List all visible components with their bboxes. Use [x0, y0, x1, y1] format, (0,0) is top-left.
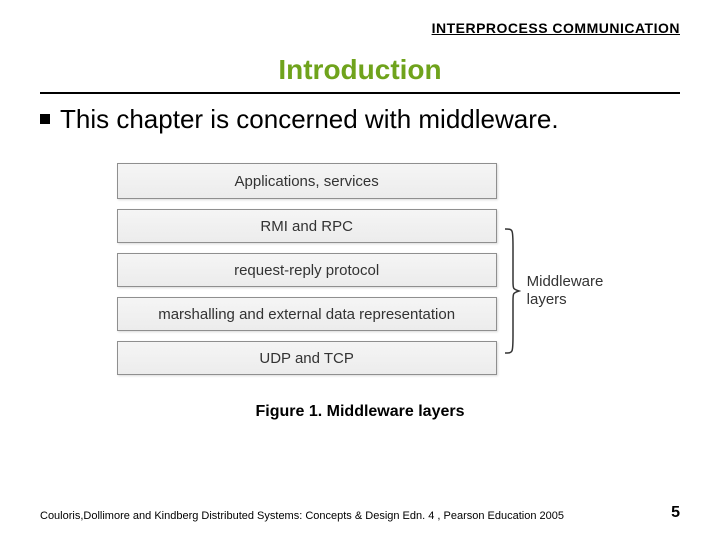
brace-label-line2: layers: [527, 291, 567, 308]
layer-rmi-rpc: RMI and RPC: [117, 209, 497, 243]
title-rule: [40, 92, 680, 94]
layer-request-reply: request-reply protocol: [117, 253, 497, 287]
figure-caption: Figure 1. Middleware layers: [40, 403, 680, 421]
brace-label-line1: Middleware: [527, 273, 604, 290]
layer-applications: Applications, services: [117, 163, 497, 199]
citation-text: Couloris,Dollimore and Kindberg Distribu…: [40, 510, 564, 522]
slide-title: Introduction: [40, 54, 680, 86]
layer-udp-tcp: UDP and TCP: [117, 341, 497, 375]
bullet-item: This chapter is concerned with middlewar…: [40, 104, 680, 135]
layer-stack: Applications, services RMI and RPC reque…: [117, 163, 497, 375]
bullet-text: This chapter is concerned with middlewar…: [60, 104, 559, 135]
slide-header: INTERPROCESS COMMUNICATION: [40, 20, 680, 36]
diagram: Applications, services RMI and RPC reque…: [40, 163, 680, 375]
bullet-square-icon: [40, 114, 50, 124]
brace-icon: [503, 227, 521, 355]
footer: Couloris,Dollimore and Kindberg Distribu…: [40, 504, 680, 522]
slide: INTERPROCESS COMMUNICATION Introduction …: [0, 0, 720, 540]
layer-marshalling: marshalling and external data representa…: [117, 297, 497, 331]
brace-label: Middleware layers: [527, 273, 604, 309]
page-number: 5: [671, 504, 680, 522]
